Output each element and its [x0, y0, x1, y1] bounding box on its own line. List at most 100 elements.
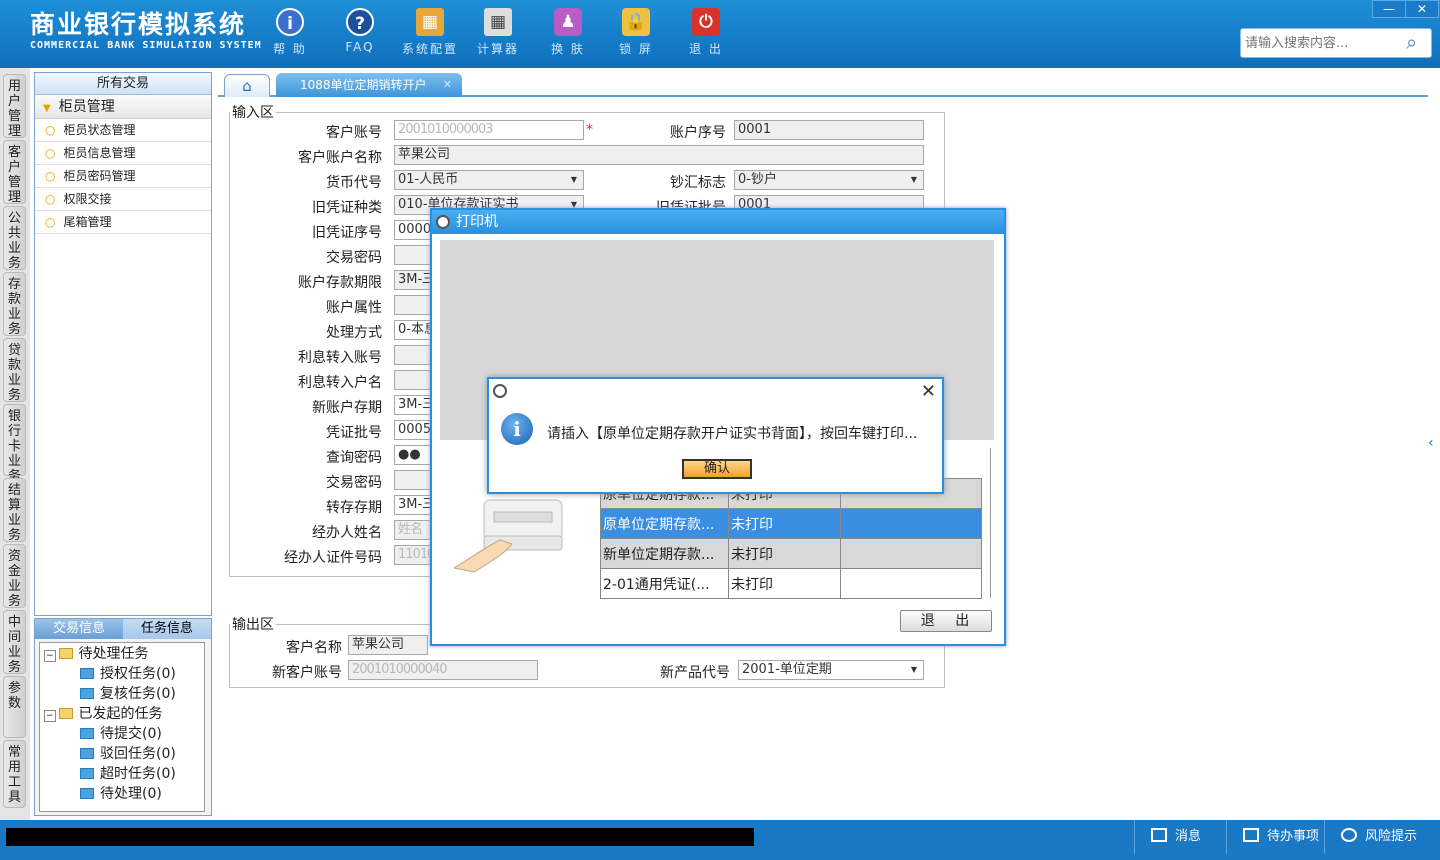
risk-button[interactable]: 风险提示: [1324, 820, 1434, 854]
tree-group[interactable]: ▼ 柜员管理: [35, 95, 211, 119]
account-seq-field[interactable]: 0001: [734, 120, 924, 140]
task-node-label: 驳回任务(0): [100, 746, 176, 762]
toolbox-icon: ▦: [416, 8, 444, 36]
exit-button[interactable]: ⏻ 退 出: [678, 8, 734, 60]
voucher-batch-field[interactable]: 0005: [394, 420, 434, 440]
print-table: 原单位定期存款... 未打印 原单位定期存款... 未打印 新单位定期存款... 未打…: [600, 478, 982, 599]
cash-flag-select[interactable]: 0-钞户 ▼: [734, 170, 924, 190]
deposit-term-field[interactable]: 3M-三: [394, 270, 434, 290]
label-agent-name: 经办人姓名: [312, 525, 382, 541]
nav-user-mgmt[interactable]: 用户管理: [3, 74, 26, 139]
faq-button[interactable]: ? FAQ: [332, 8, 388, 60]
help-button[interactable]: i 帮 助: [262, 8, 318, 60]
printer-exit-button[interactable]: 退 出: [900, 610, 992, 632]
account-attr-field[interactable]: [394, 295, 434, 315]
interest-account-field[interactable]: [394, 345, 434, 365]
app-header: 商业银行模拟系统 COMMERCIAL BANK SIMULATION SYST…: [0, 0, 1440, 68]
messages-button[interactable]: 消息: [1134, 820, 1226, 854]
task-node-rejected[interactable]: 驳回任务(0): [80, 745, 176, 763]
field-value: 0-钞户: [738, 172, 777, 187]
field-value: 01-人民币: [398, 172, 459, 187]
table-row[interactable]: 原单位定期存款... 未打印: [600, 508, 982, 539]
output-area-legend: 输出区: [232, 617, 274, 633]
search-icon[interactable]: ⌕: [1406, 31, 1428, 53]
nav-deposit[interactable]: 存款业务: [3, 272, 26, 337]
nav-customer-mgmt[interactable]: 客户管理: [3, 140, 26, 205]
label-currency: 货币代号: [326, 175, 382, 191]
brand-subtitle: COMMERCIAL BANK SIMULATION SYSTEM: [30, 40, 262, 51]
window-icon: [80, 788, 94, 799]
tab-transaction-info[interactable]: 交易信息: [35, 619, 123, 639]
expand-panel-icon[interactable]: ‹: [1428, 420, 1440, 466]
table-cell: 未打印: [728, 568, 841, 599]
currency-select[interactable]: 01-人民币 ▼: [394, 170, 584, 190]
nav-card[interactable]: 银行卡业务: [3, 404, 26, 484]
todo-button[interactable]: 待办事项: [1226, 820, 1324, 854]
dropdown-arrow-icon: ▼: [570, 175, 577, 184]
circle-icon: ○: [45, 146, 56, 160]
task-node-label: 待处理(0): [100, 786, 162, 802]
dropdown-arrow-icon: ▼: [910, 665, 917, 674]
trade-password-field[interactable]: [394, 245, 434, 265]
task-panel: 交易信息 任务信息 − 待处理任务 授权任务(0) 复核任务(0) − 已发起的任务…: [34, 618, 212, 816]
query-password-field[interactable]: ●●: [394, 445, 434, 465]
minimize-button[interactable]: —: [1372, 0, 1406, 18]
transfer-term-field[interactable]: 3M-三: [394, 495, 434, 515]
account-name-field[interactable]: 苹果公司: [394, 145, 924, 165]
close-icon[interactable]: ✕: [921, 381, 936, 402]
app-globe-icon: [436, 215, 450, 229]
handle-mode-field[interactable]: 0-本息: [394, 320, 434, 340]
lock-button[interactable]: 🔒 锁 屏: [608, 8, 664, 60]
task-node-review[interactable]: 复核任务(0): [80, 685, 176, 703]
close-window-button[interactable]: ✕: [1405, 0, 1439, 18]
new-term-field[interactable]: 3M-三: [394, 395, 434, 415]
agent-name-field[interactable]: 姓名: [394, 520, 434, 540]
nav-tools[interactable]: 常用工具: [3, 740, 26, 808]
tree-item[interactable]: ○ 柜员状态管理: [35, 119, 211, 142]
table-cell: 2-01通用凭证(...: [600, 568, 729, 599]
risk-label: 风险提示: [1365, 829, 1418, 844]
calculator-button[interactable]: ▦ 计算器: [470, 8, 526, 60]
config-button[interactable]: ▦ 系统配置: [402, 8, 458, 60]
interest-name-field[interactable]: [394, 370, 434, 390]
nav-public[interactable]: 公共业务: [3, 206, 26, 271]
tree-item-label: 柜员密码管理: [63, 169, 136, 183]
dropdown-arrow-icon: ▼: [910, 175, 917, 184]
home-tab[interactable]: ⌂: [224, 74, 270, 97]
label-handle-mode: 处理方式: [326, 325, 382, 341]
new-product-select[interactable]: 2001-单位定期 ▼: [738, 660, 924, 680]
customer-account-field[interactable]: 2001010000003: [394, 120, 584, 140]
table-row[interactable]: 新单位定期存款... 未打印: [600, 538, 982, 569]
search-input[interactable]: [1240, 28, 1432, 58]
nav-funds[interactable]: 资金业务: [3, 544, 26, 609]
skin-button[interactable]: ♟ 换 肤: [540, 8, 596, 60]
nav-settlement[interactable]: 结算业务: [3, 478, 26, 543]
old-voucher-seq-field[interactable]: 000000: [394, 220, 434, 240]
confirm-button[interactable]: 确认: [682, 459, 752, 479]
table-row[interactable]: 2-01通用凭证(... 未打印: [600, 568, 982, 599]
tree-item[interactable]: ○ 柜员信息管理: [35, 142, 211, 165]
trade-password-2-field[interactable]: [394, 470, 434, 490]
nav-intermediate[interactable]: 中间业务: [3, 610, 26, 675]
info-icon: i: [276, 8, 304, 36]
tree-header[interactable]: 所有交易: [35, 73, 211, 95]
task-node-timeout[interactable]: 超时任务(0): [80, 765, 176, 783]
task-node-auth[interactable]: 授权任务(0): [80, 665, 176, 683]
task-node-todo[interactable]: 待处理(0): [80, 785, 162, 803]
tab-bar: ⌂ 1088单位定期销转开户 ✕: [218, 72, 1428, 97]
folder-icon: [58, 648, 73, 659]
tree-item[interactable]: ○ 权限交接: [35, 188, 211, 211]
tree-item[interactable]: ○ 柜员密码管理: [35, 165, 211, 188]
nav-params[interactable]: 参数: [3, 676, 26, 738]
agent-id-field[interactable]: 110101: [394, 545, 434, 565]
message-text: 请插入【原单位定期存款开户证实书背面】，按回车键打印...: [547, 426, 918, 442]
tree-item[interactable]: ○ 尾箱管理: [35, 211, 211, 234]
close-tab-icon[interactable]: ✕: [443, 73, 452, 97]
nav-loan[interactable]: 贷款业务: [3, 338, 26, 403]
task-node-started[interactable]: − 已发起的任务: [44, 705, 163, 725]
tab-1088[interactable]: 1088单位定期销转开户 ✕: [276, 73, 462, 97]
task-node-pending[interactable]: − 待处理任务: [44, 645, 149, 665]
tab-task-info[interactable]: 任务信息: [123, 619, 211, 639]
calculator-icon: ▦: [484, 8, 512, 36]
task-node-submit[interactable]: 待提交(0): [80, 725, 162, 743]
